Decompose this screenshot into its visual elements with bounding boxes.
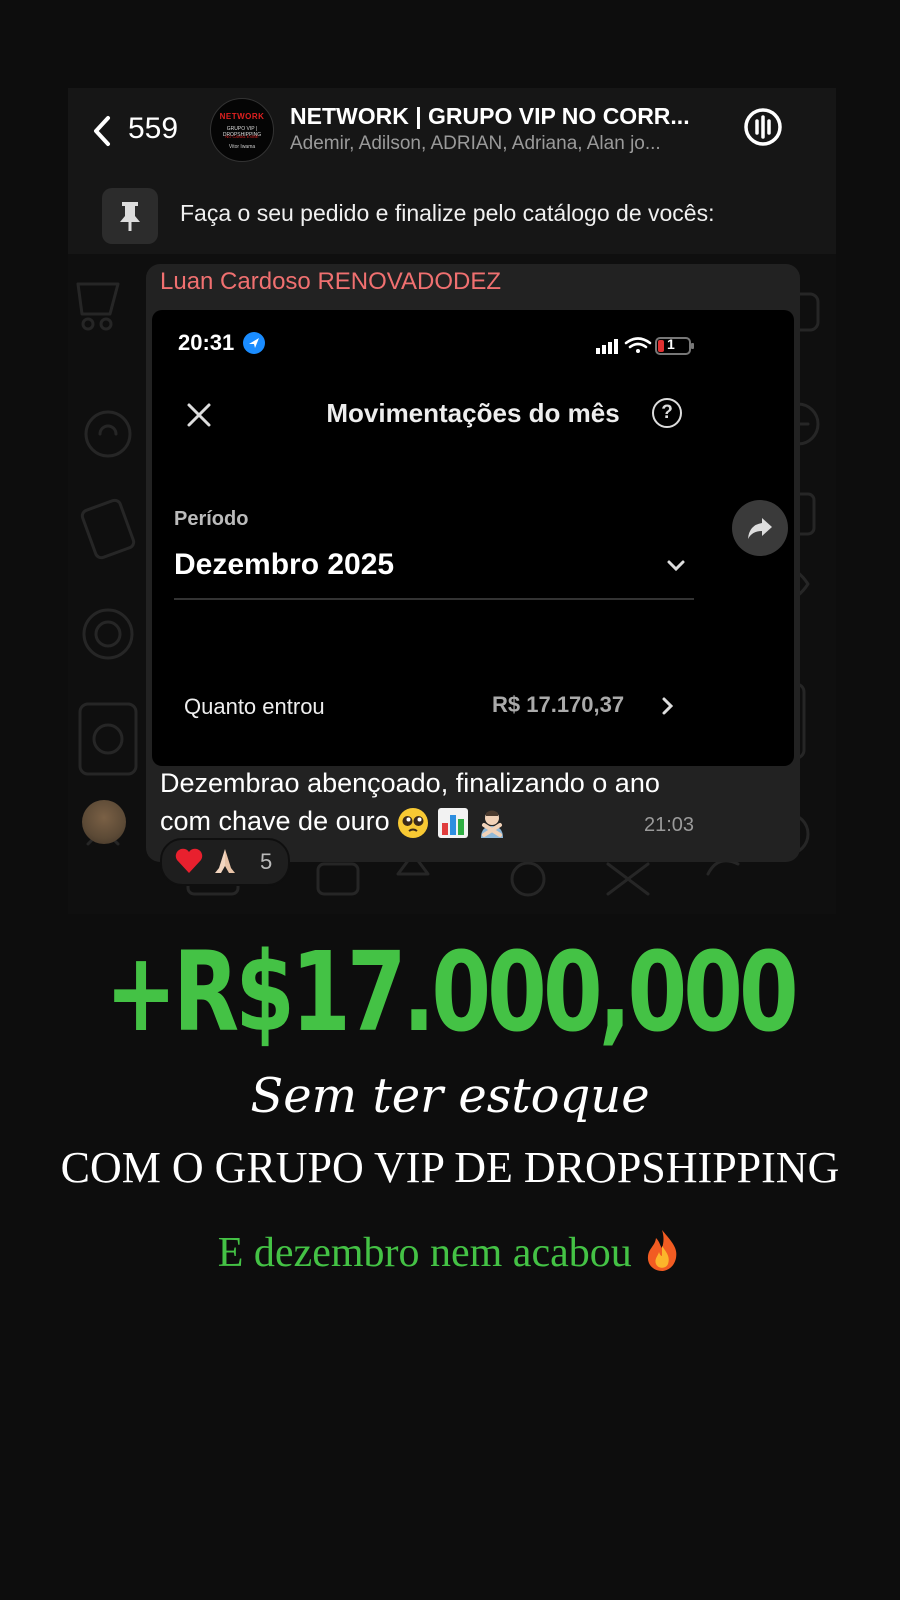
promo-subtitle: Sem ter estoque: [250, 1068, 650, 1124]
period-label: Período: [174, 508, 249, 530]
voice-chat-icon[interactable]: [742, 106, 784, 148]
help-icon: ?: [652, 398, 682, 428]
man-gesturing-no-icon: [481, 810, 504, 838]
promo-footer: E dezembro nem acabou: [0, 1228, 900, 1277]
avatar-text-line1: NETWORK: [219, 112, 265, 121]
battery-icon: [655, 337, 694, 355]
chat-card: 559 NETWORK GRUPO VIP | DROPSHIPPING NO …: [68, 88, 836, 914]
message-time: 21:03: [644, 814, 695, 836]
message-text-line1: Dezembrao abençoado, finalizando o ano: [160, 768, 660, 798]
chevron-right-icon: [662, 697, 674, 715]
red-heart-icon: [175, 848, 203, 873]
signal-icon: [596, 339, 618, 354]
pin-icon-box: [102, 188, 158, 244]
promo-headline: +R$17.000,000: [105, 928, 799, 1056]
sender-name[interactable]: Luan Cardoso RENOVADODEZ: [160, 268, 501, 296]
battery-percent: 1: [667, 336, 675, 352]
forward-icon: [748, 518, 772, 539]
bar-chart-icon: [437, 807, 468, 838]
period-value: Dezembro 2025: [174, 548, 395, 581]
promo-tagline: COM O GRUPO VIP DE DROPSHIPPING: [60, 1143, 840, 1192]
pinned-message-text[interactable]: Faça o seu pedido e finalize pelo catálo…: [180, 200, 714, 227]
period-divider: [174, 598, 694, 600]
unread-count[interactable]: 559: [128, 112, 178, 146]
chat-header: 559 NETWORK GRUPO VIP | DROPSHIPPING NO …: [68, 88, 836, 174]
promo-footer-text: E dezembro nem acabou: [217, 1230, 632, 1276]
pleading-face-icon: [398, 807, 429, 838]
attached-screenshot[interactable]: 20:31 1 Movimentações do mês ? Período D…: [152, 310, 794, 766]
screenshot-title: Movimentações do mês: [326, 398, 620, 428]
pin-icon: [120, 202, 140, 231]
wifi-icon: [624, 337, 652, 353]
reaction-count: 5: [260, 849, 273, 874]
reactions-pill[interactable]: 5: [160, 838, 290, 886]
fire-icon: [648, 1230, 677, 1271]
avatar-text-line3: NO CANAL EXIBE: [225, 134, 259, 139]
chevron-left-icon[interactable]: [90, 114, 114, 148]
message-text-line2: com chave de ouro: [160, 806, 390, 836]
group-members[interactable]: Ademir, Adilson, ADRIAN, Adriana, Alan j…: [290, 133, 661, 155]
message-text[interactable]: Dezembrao abençoado, finalizando o ano c…: [160, 764, 720, 840]
sender-avatar[interactable]: [82, 800, 126, 844]
income-value: R$ 17.170,37: [492, 692, 625, 717]
chevron-down-icon: [667, 560, 685, 572]
forward-button[interactable]: [732, 500, 788, 556]
avatar-text-line4: Vitor Iwama: [228, 144, 256, 150]
income-label: Quanto entrou: [184, 694, 325, 719]
location-arrow-icon: [243, 332, 265, 354]
status-bar-icons: [596, 337, 694, 355]
group-avatar[interactable]: NETWORK GRUPO VIP | DROPSHIPPING NO CANA…: [210, 98, 274, 162]
folded-hands-icon: [215, 849, 235, 873]
screenshot-status-time: 20:31: [178, 330, 235, 355]
group-title[interactable]: NETWORK | GRUPO VIP NO CORR...: [290, 103, 690, 130]
